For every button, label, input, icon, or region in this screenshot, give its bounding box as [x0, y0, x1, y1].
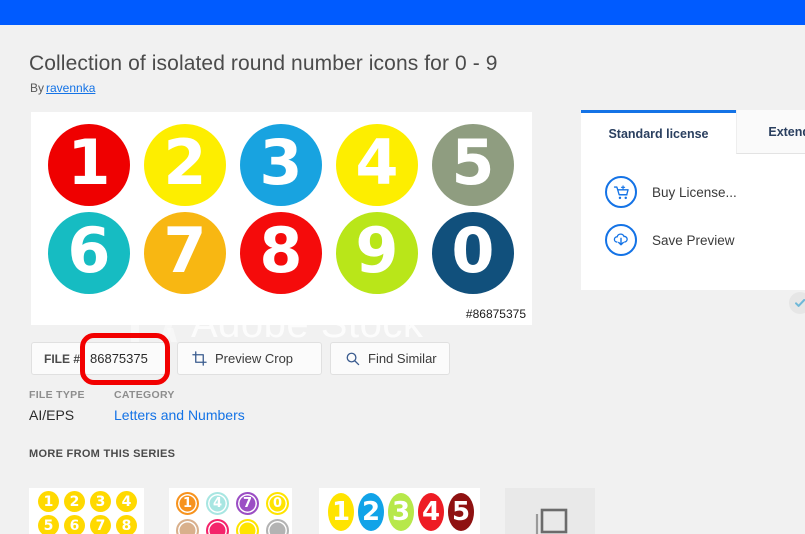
- thumb-oval-number-icon: 5: [448, 493, 474, 531]
- series-heading: MORE FROM THIS SERIES: [29, 448, 176, 460]
- shopping-cart-icon: [605, 176, 637, 208]
- thumb-number-icon: 2: [64, 491, 85, 512]
- number-icon-digit: 4: [355, 126, 399, 199]
- file-number-value: 86875375: [90, 351, 148, 366]
- thumb-oval-number-icon: 4: [418, 493, 444, 531]
- tab-standard-license[interactable]: Standard license: [581, 110, 736, 154]
- preview-crop-button[interactable]: Preview Crop: [177, 342, 322, 375]
- number-icon-digit: 9: [355, 214, 399, 287]
- thumb-number-icon: [266, 519, 289, 534]
- thumb-number-icon: 1: [176, 492, 199, 515]
- byline-prefix: By: [30, 81, 45, 95]
- buy-license-label: Buy License...: [652, 184, 737, 200]
- thumb-number-icon: 6: [64, 515, 85, 534]
- license-tabs: Standard license Extended: [581, 110, 805, 154]
- thumb-number-icon: 7: [90, 515, 111, 534]
- page-title: Collection of isolated round number icon…: [29, 52, 498, 75]
- license-panel: Standard license Extended Buy License...: [581, 110, 805, 290]
- tab-extended-license[interactable]: Extended: [736, 110, 805, 154]
- number-icon-4: 4: [336, 124, 418, 206]
- category-value-link[interactable]: Letters and Numbers: [114, 407, 245, 423]
- number-icon-digit: 2: [163, 126, 207, 199]
- preview-file-id: #86875375: [465, 307, 526, 321]
- file-type-label: FILE TYPE: [29, 389, 85, 401]
- image-frame-icon: [535, 508, 568, 534]
- series-thumb-yellow-number-set[interactable]: 1234 5678: [29, 488, 144, 534]
- stock-detail-page: Collection of isolated round number icon…: [0, 0, 805, 534]
- thumb-number-icon: [236, 519, 259, 534]
- checkmark-circle-icon: [789, 292, 805, 314]
- series-thumb-glossy-oval-number-set[interactable]: 12345: [319, 488, 480, 534]
- number-icon-2: 2: [144, 124, 226, 206]
- watermark-text: Adobe Stock: [191, 302, 424, 346]
- thumb-number-icon: [176, 519, 199, 534]
- browser-top-bar: [0, 0, 805, 25]
- category-label: CATEGORY: [114, 389, 175, 401]
- file-number-key: FILE #:: [44, 351, 85, 366]
- thumb-number-icon: 8: [116, 515, 137, 534]
- author-link[interactable]: ravennka: [46, 81, 95, 95]
- number-icon-3: 3: [240, 124, 322, 206]
- thumb-number-icon: 0: [266, 492, 289, 515]
- number-icon-5: 5: [432, 124, 514, 206]
- thumb-number-icon: 3: [90, 491, 111, 512]
- thumb-oval-number-icon: 3: [388, 493, 414, 531]
- thumb-number-icon: 4: [116, 491, 137, 512]
- thumb-oval-number-icon: 2: [358, 493, 384, 531]
- series-thumb-pastel-ring-number-set[interactable]: 1470: [169, 488, 292, 534]
- number-icons-grid: 12345 67890: [31, 112, 532, 298]
- find-similar-label: Find Similar: [368, 351, 437, 366]
- save-preview-action[interactable]: Save Preview: [605, 224, 735, 256]
- preview-image-card[interactable]: 12345 67890 Adobe Stock #86875375: [31, 112, 532, 350]
- thumb-number-icon: 4: [206, 492, 229, 515]
- number-icon-8: 8: [240, 212, 322, 294]
- preview-crop-label: Preview Crop: [215, 351, 294, 366]
- thumb-number-icon: 5: [38, 515, 59, 534]
- number-icon-digit: 7: [163, 214, 207, 287]
- buy-license-action[interactable]: Buy License...: [605, 176, 737, 208]
- search-icon: [345, 351, 360, 366]
- thumb-number-icon: [206, 519, 229, 534]
- series-thumb-placeholder[interactable]: [505, 488, 595, 534]
- crop-icon: [192, 351, 207, 366]
- number-icon-7: 7: [144, 212, 226, 294]
- save-preview-label: Save Preview: [652, 232, 735, 248]
- file-number-button[interactable]: FILE #: 86875375: [31, 342, 169, 375]
- number-icon-6: 6: [48, 212, 130, 294]
- number-icon-digit: 0: [451, 214, 495, 287]
- number-icon-digit: 1: [67, 126, 111, 199]
- number-icon-digit: 5: [451, 126, 495, 199]
- thumb-number-icon: 7: [236, 492, 259, 515]
- number-icon-9: 9: [336, 212, 418, 294]
- number-icon-1: 1: [48, 124, 130, 206]
- number-icon-0: 0: [432, 212, 514, 294]
- file-type-value: AI/EPS: [29, 407, 75, 423]
- number-icon-digit: 3: [259, 126, 303, 199]
- find-similar-button[interactable]: Find Similar: [330, 342, 450, 375]
- number-icon-digit: 6: [67, 214, 111, 287]
- number-icon-digit: 8: [259, 214, 303, 287]
- thumb-oval-number-icon: 1: [328, 493, 354, 531]
- thumb-number-icon: 1: [38, 491, 59, 512]
- byline: By ravennka: [30, 81, 95, 95]
- cloud-download-icon: [605, 224, 637, 256]
